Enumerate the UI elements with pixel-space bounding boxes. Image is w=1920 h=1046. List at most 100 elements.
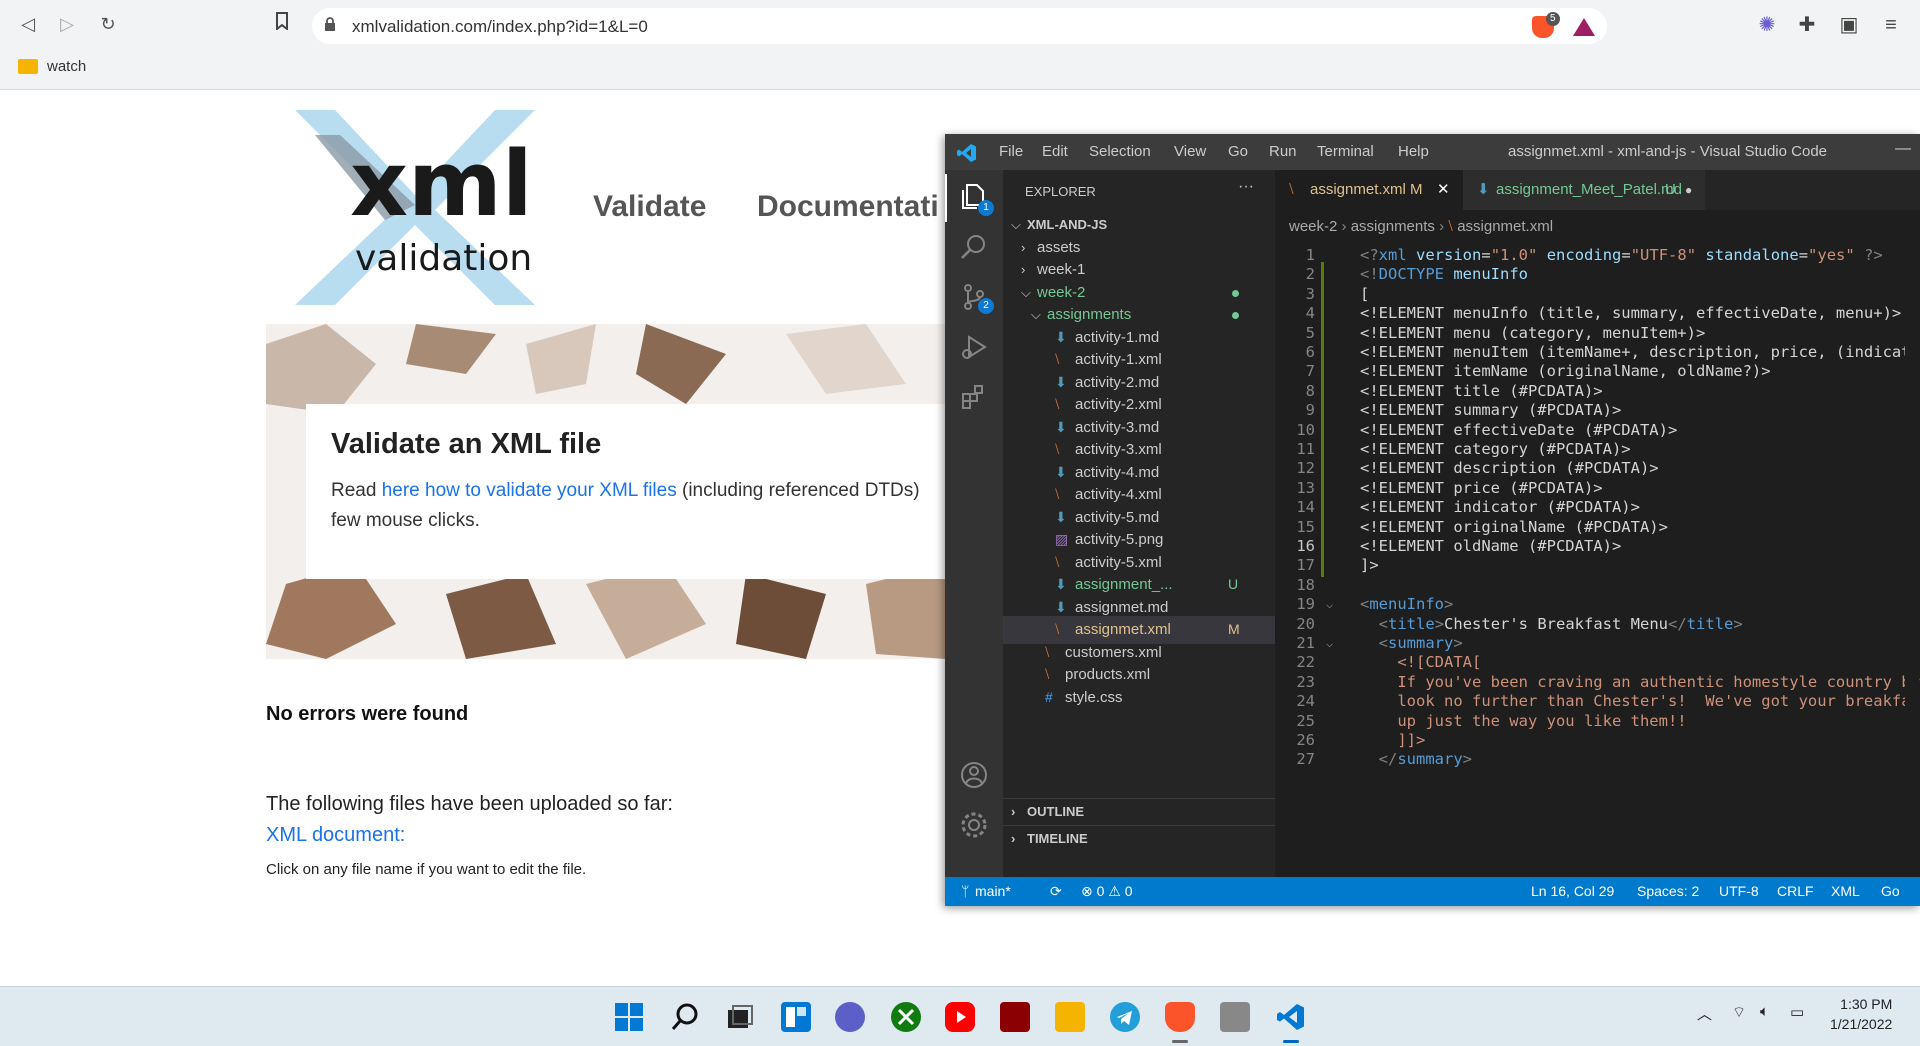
vscode-logo-icon — [957, 144, 976, 162]
outline-section[interactable]: › OUTLINE — [1003, 798, 1275, 825]
vscode-titlebar: File Edit Selection View Go Run Terminal… — [945, 134, 1920, 170]
menu-selection[interactable]: Selection — [1089, 143, 1151, 160]
menu-view[interactable]: View — [1174, 143, 1206, 160]
indentation[interactable]: Spaces: 2 — [1637, 877, 1699, 906]
validation-result: No errors were found — [266, 703, 469, 725]
minimize-icon[interactable]: — — [1895, 140, 1911, 158]
clock-time: 1:30 PM — [1840, 996, 1893, 1012]
vscode-window: File Edit Selection View Go Run Terminal… — [945, 134, 1920, 906]
battery-icon[interactable]: ▭ — [1790, 1003, 1804, 1021]
wifi-icon[interactable]: ⌔ — [1732, 1003, 1746, 1022]
bookmark-icon[interactable] — [270, 12, 294, 36]
chevron-up-icon[interactable]: ︿ — [1697, 1003, 1712, 1024]
run-debug-icon[interactable] — [959, 332, 989, 362]
modified-dot-icon — [1232, 312, 1239, 319]
menu-icon[interactable]: ≡ — [1878, 12, 1904, 38]
brave-rewards-icon[interactable] — [1573, 18, 1595, 36]
folder-icon — [18, 59, 38, 74]
reload-icon[interactable]: ↻ — [96, 12, 120, 36]
tree-item[interactable]: # style.css — [1003, 684, 1275, 712]
youtube-icon[interactable] — [945, 1002, 975, 1032]
brave-taskbar-icon[interactable] — [1165, 1002, 1195, 1032]
unsaved-dot-icon[interactable]: ● — [1685, 170, 1692, 210]
tab-assignment-md[interactable]: ⬇ assignment_Meet_Patel.md U ● — [1463, 170, 1705, 210]
logo-text: xml — [350, 132, 533, 237]
chevron-right-icon: › — [1011, 804, 1016, 819]
menu-go[interactable]: Go — [1228, 143, 1248, 160]
sync-icon[interactable]: ⟳ — [1050, 877, 1062, 906]
calculator-icon[interactable] — [1220, 1002, 1250, 1032]
go-live[interactable]: Go — [1881, 877, 1900, 906]
breadcrumb: week-2 › assignments › ⧵ assignmet.xml — [1289, 218, 1554, 235]
start-icon[interactable] — [614, 1002, 644, 1032]
hero-line2: few mouse clicks. — [331, 510, 480, 531]
nav-documentation[interactable]: Documentati — [757, 190, 939, 224]
menu-terminal[interactable]: Terminal — [1317, 143, 1374, 160]
forward-icon[interactable]: ▷ — [55, 12, 79, 36]
tab-status: M — [1410, 181, 1423, 198]
search-icon[interactable] — [959, 232, 989, 262]
tab-assignmet-xml[interactable]: ⧵ assignmet.xml M ✕ — [1275, 170, 1463, 210]
css-file-icon: # — [1045, 688, 1053, 705]
chat-icon[interactable] — [835, 1002, 865, 1032]
address-bar[interactable]: xmlvalidation.com/index.php?id=1&L=0 5 — [312, 8, 1607, 44]
rss-xml-icon: ⧵ — [1289, 181, 1294, 198]
branch-icon: ᛘ — [961, 883, 970, 899]
telegram-icon[interactable] — [1110, 1002, 1140, 1032]
explorer-sidebar: EXPLORER ··· ⌵ XML-AND-JS › assets › week-1 ⌵ w… — [1003, 170, 1275, 877]
volume-icon[interactable]: 🔈︎ — [1760, 1003, 1769, 1020]
validate-help-link[interactable]: here how to validate your XML files — [382, 480, 677, 501]
task-view-icon[interactable] — [725, 1002, 755, 1032]
line-ending[interactable]: CRLF — [1777, 877, 1814, 906]
language-mode[interactable]: XML — [1831, 877, 1860, 906]
code-line[interactable]: 27 </summary> — [1275, 747, 1920, 771]
timeline-label: TIMELINE — [1027, 831, 1088, 846]
extension-icon[interactable]: ✺ — [1754, 12, 1780, 38]
xml-document-link[interactable]: XML document: — [266, 824, 405, 847]
code-editor[interactable]: 1 <?xml version="1.0" encoding="UTF-8" st… — [1275, 240, 1920, 877]
menu-run[interactable]: Run — [1269, 143, 1297, 160]
puzzle-icon[interactable]: ✚ — [1794, 12, 1820, 38]
search-taskbar-icon[interactable] — [670, 1002, 700, 1032]
vscode-running-indicator — [1283, 1040, 1299, 1043]
breadcrumb-week2[interactable]: week-2 — [1289, 218, 1337, 235]
xml-file-icon: ⧵ — [1448, 218, 1454, 235]
uploaded-files-text: The following files have been uploaded s… — [266, 793, 673, 815]
explorer-badge: 1 — [978, 200, 994, 216]
widgets-icon[interactable] — [781, 1002, 811, 1032]
branch-name[interactable]: main* — [975, 877, 1011, 906]
bookmarks-bar — [0, 50, 1920, 90]
window-title: assignmet.xml - xml-and-js - Visual Stud… — [1508, 143, 1828, 160]
account-icon[interactable] — [959, 760, 989, 790]
menu-file[interactable]: File — [999, 143, 1023, 160]
system-clock[interactable]: 1:30 PM 1/21/2022 — [1830, 994, 1892, 1034]
breadcrumb-file[interactable]: assignmet.xml — [1457, 218, 1553, 235]
wallet-icon[interactable]: ▣ — [1836, 12, 1862, 38]
bookmark-watch[interactable]: watch — [47, 58, 86, 75]
nav-validate[interactable]: Validate — [593, 190, 706, 224]
status-bar: ᛘ main* ⟳ ⊗ 0 ⚠ 0 Ln 16, Col 29 Spaces: … — [945, 877, 1920, 906]
browser-toolbar: ◁ ▷ ↻ xmlvalidation.com/index.php?id=1&L… — [0, 0, 1920, 50]
editor-scrollbar[interactable] — [1905, 240, 1919, 877]
vscode-taskbar-icon[interactable] — [1276, 1002, 1306, 1032]
menu-help[interactable]: Help — [1398, 143, 1429, 160]
menu-edit[interactable]: Edit — [1042, 143, 1068, 160]
back-icon[interactable]: ◁ — [16, 12, 40, 36]
explorer-title: EXPLORER — [1025, 184, 1096, 199]
cursor-position[interactable]: Ln 16, Col 29 — [1531, 877, 1614, 906]
app-red-icon[interactable] — [1000, 1002, 1030, 1032]
edit-hint: Click on any file name if you want to ed… — [266, 861, 587, 878]
more-actions-icon[interactable]: ··· — [1238, 178, 1254, 196]
file-explorer-icon[interactable] — [1055, 1002, 1085, 1032]
settings-gear-icon[interactable] — [959, 810, 989, 840]
encoding[interactable]: UTF-8 — [1719, 877, 1759, 906]
xml-validation-logo[interactable]: xml validation — [285, 110, 545, 305]
extensions-icon[interactable] — [959, 382, 989, 412]
close-icon[interactable]: ✕ — [1437, 170, 1450, 210]
xbox-icon[interactable] — [891, 1002, 921, 1032]
hero-rest: (including referenced DTDs) — [676, 480, 920, 501]
timeline-section[interactable]: › TIMELINE — [1003, 825, 1275, 852]
breadcrumb-assignments[interactable]: assignments — [1351, 218, 1435, 235]
problems-count[interactable]: ⊗ 0 ⚠ 0 — [1081, 877, 1133, 906]
hero-read: Read — [331, 480, 382, 501]
